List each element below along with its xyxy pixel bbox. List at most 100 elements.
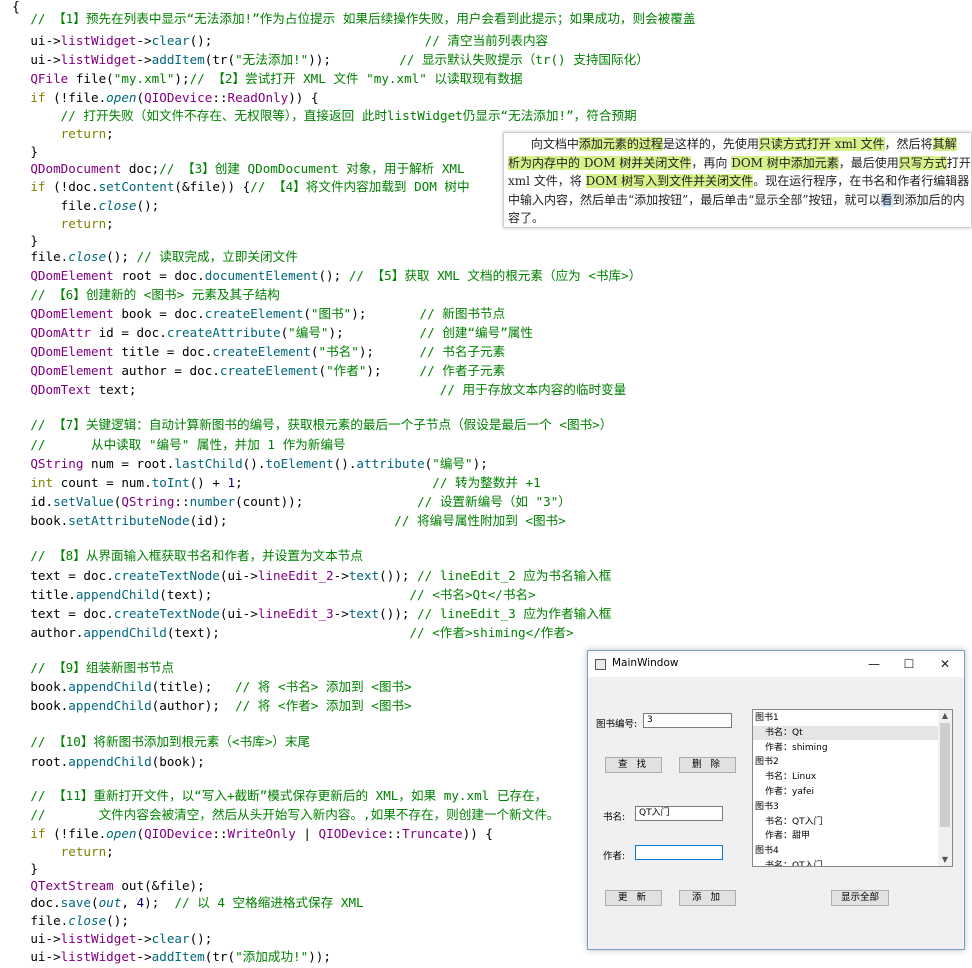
list-item[interactable]: 书名：Qt — [753, 725, 950, 740]
code-token: // 书名子元素 — [419, 344, 506, 359]
code-line: QDomElement title = doc.createElement("书… — [0, 343, 505, 361]
code-token: (); — [189, 33, 425, 48]
code-line: title.appendChild(text); // <书名>Qt</书名> — [0, 586, 535, 604]
code-token: 4 — [136, 895, 145, 910]
code-line: return; — [0, 125, 114, 143]
scrollbar-thumb[interactable] — [940, 723, 950, 827]
code-line: // 从中读取 "编号" 属性，并加 1 作为新编号 — [0, 436, 345, 454]
code-token: (!doc. — [45, 179, 99, 194]
list-item[interactable]: 作者：甜甲 — [765, 829, 810, 843]
code-token: id = doc. — [91, 325, 167, 340]
list-item[interactable]: 书名：QT入门 — [765, 859, 823, 866]
code-token: QDomElement — [0, 344, 114, 359]
code-token: ui-> — [0, 949, 61, 964]
code-token: QIODevice — [144, 826, 213, 841]
code-line: file.close(); — [0, 912, 129, 930]
update-button[interactable]: 更 新 — [605, 890, 662, 906]
code-token: (!file. — [45, 826, 107, 841]
code-token: createTextNode — [113, 606, 220, 621]
code-token: ); — [366, 363, 420, 378]
document-text-span: 到添加后的内 — [892, 192, 965, 207]
document-text-line: 向文档中添加元素的过程是这样的，先使用只读方式打开 xml 文件，然后将其解 — [508, 135, 967, 154]
scroll-up-arrow-icon[interactable]: ▲ — [938, 710, 952, 722]
code-line: QString num = root.lastChild().toElement… — [0, 455, 488, 473]
code-token: (). — [242, 456, 266, 471]
list-item[interactable]: 图书1 — [755, 711, 779, 725]
code-token: } — [0, 233, 38, 248]
code-token: if — [0, 826, 46, 841]
code-token: text = doc. — [0, 568, 114, 583]
code-token: ); — [472, 456, 488, 471]
author-input[interactable] — [635, 845, 723, 860]
code-token: appendChild — [83, 625, 167, 640]
title-input[interactable]: QT入门 — [635, 806, 723, 821]
scroll-down-arrow-icon[interactable]: ▼ — [938, 854, 952, 866]
code-line: doc.save(out, 4); // 以 4 空格缩进格式保存 XML — [0, 894, 363, 912]
add-button[interactable]: 添 加 — [679, 890, 736, 906]
code-token: addItem — [151, 949, 205, 964]
document-excerpt-image: 向文档中添加元素的过程是这样的，先使用只读方式打开 xml 文件，然后将其解 析为… — [503, 132, 972, 228]
code-line: return; — [0, 215, 114, 233]
code-token: // 将 <书名> 添加到 <图书> — [235, 679, 412, 694]
code-line: // 【10】将新图书添加到根元素（<书库>）末尾 — [0, 733, 310, 751]
list-item[interactable]: 图书4 — [755, 844, 779, 858]
code-token: if — [0, 179, 46, 194]
main-window[interactable]: MainWindow — ☐ ✕ 图书编号: 3 查 找 删 除 书名: QT入… — [587, 650, 965, 950]
code-token: (tr( — [204, 949, 236, 964]
code-token: documentElement — [204, 268, 319, 283]
code-token: :: — [174, 494, 190, 509]
code-token: QTextStream — [0, 878, 114, 893]
document-text-line: 析为内存中的 DOM 树并关闭文件，再向 DOM 树中添加元素，最后使用只写方式… — [508, 154, 971, 173]
list-item[interactable]: 作者：yafei — [765, 785, 814, 799]
list-item[interactable]: 书名：QT入门 — [765, 815, 823, 829]
list-item[interactable]: 作者：shiming — [765, 741, 828, 755]
list-item[interactable]: 书名：Linux — [765, 770, 816, 784]
code-line: return; — [0, 843, 114, 861]
code-token: QIODevice — [144, 90, 213, 105]
code-token: (!file. — [45, 90, 107, 105]
code-line: author.appendChild(text); // <作者>shiming… — [0, 624, 573, 642]
code-token: addItem — [151, 52, 205, 67]
code-token: } — [0, 861, 38, 876]
code-token: // 将编号属性附加到 <图书> — [394, 513, 566, 528]
delete-button[interactable]: 删 除 — [679, 757, 736, 773]
code-token: // 【11】重新打开文件，以“写入+截断”模式保存更新后的 XML，如果 my… — [0, 788, 548, 803]
window-titlebar[interactable]: MainWindow — ☐ ✕ — [588, 651, 964, 677]
maximize-button[interactable]: ☐ — [894, 654, 924, 674]
book-id-input[interactable]: 3 — [643, 713, 732, 728]
document-text-span: ，然后将 — [884, 137, 933, 151]
code-token: // 创建“编号”属性 — [419, 325, 533, 340]
find-button[interactable]: 查 找 — [605, 757, 662, 773]
code-token: Truncate — [401, 826, 463, 841]
code-token: )); — [308, 949, 331, 964]
book-list-widget[interactable]: 图书1 书名：Qt 作者：shiming 图书2 书名：Linux 作者：yafei 图书3… — [752, 709, 953, 867]
code-token: // lineEdit_3 应为作者输入框 — [417, 606, 612, 621]
code-token: ( — [136, 90, 145, 105]
code-token: count = num. — [53, 475, 152, 490]
list-item[interactable]: 图书2 — [755, 755, 779, 769]
document-text-span: DOM 树写入到文件并关闭文件 — [585, 174, 754, 188]
code-token: (); — [318, 268, 349, 283]
code-token: :: — [212, 90, 228, 105]
code-token: toInt — [151, 475, 190, 490]
list-item[interactable]: 图书3 — [755, 800, 779, 814]
code-token: -> — [333, 606, 349, 621]
minimize-button[interactable]: — — [859, 654, 889, 674]
code-token: if — [0, 90, 46, 105]
code-token: // 显示默认失败提示（tr() 支持国际化） — [399, 52, 649, 67]
document-text-span: 容了。 — [508, 211, 545, 225]
document-text-span: 打开 — [946, 155, 971, 170]
code-line: // 【7】关键逻辑：自动计算新图书的编号，获取根元素的最后一个子节点（假设是最… — [0, 416, 612, 434]
code-token: QIODevice — [318, 826, 387, 841]
code-token: // 新图书节点 — [419, 306, 506, 321]
list-vertical-scrollbar[interactable]: ▲ ▼ — [938, 710, 952, 866]
document-text-span: ，最后使用 — [838, 155, 899, 170]
code-token: )) { — [288, 90, 319, 105]
show-all-button[interactable]: 显示全部 — [831, 890, 889, 906]
close-button[interactable]: ✕ — [930, 654, 960, 674]
code-token: // 文件内容会被清空，然后从头开始写入新内容。,如果不存在，则创建一个新文件。 — [0, 807, 560, 822]
code-token: (); — [106, 913, 129, 928]
app-icon — [595, 659, 606, 670]
code-line: file.close(); // 读取完成，立即关闭文件 — [0, 248, 297, 266]
document-text-span: ，再向 — [691, 155, 732, 170]
